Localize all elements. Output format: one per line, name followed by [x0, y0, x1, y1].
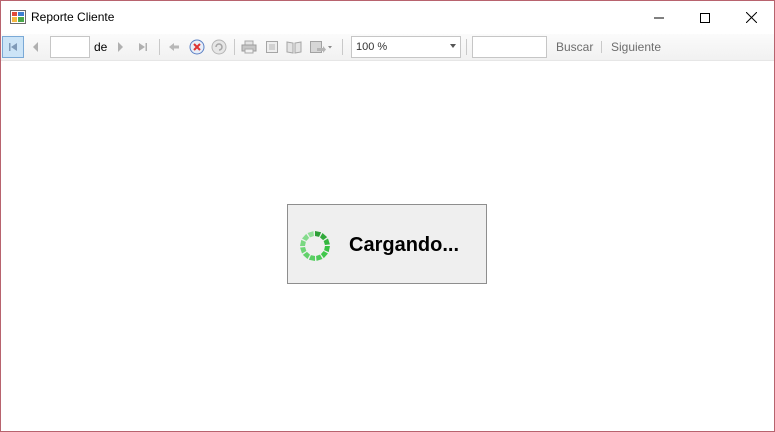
stop-icon	[189, 39, 205, 55]
maximize-icon	[700, 12, 710, 23]
previous-page-icon	[33, 42, 38, 52]
maximize-button[interactable]	[682, 1, 728, 34]
refresh-button[interactable]	[209, 36, 229, 58]
minimize-icon	[654, 17, 664, 18]
spinner-segment	[307, 231, 314, 238]
spinner-segment	[300, 247, 307, 254]
toolbar-separator	[234, 39, 235, 55]
refresh-icon	[211, 39, 227, 55]
first-page-button[interactable]	[2, 36, 24, 58]
spinner-segment	[324, 246, 330, 253]
spinner-segment	[320, 251, 328, 259]
back-icon	[169, 43, 179, 51]
app-icon	[10, 10, 26, 24]
last-page-button[interactable]	[133, 36, 153, 58]
spinner-segment	[302, 233, 310, 241]
current-page-input[interactable]	[50, 36, 90, 58]
page-setup-button[interactable]	[284, 36, 304, 58]
minimize-button[interactable]	[636, 1, 682, 34]
spinner-icon	[300, 231, 330, 261]
zoom-value: 100 %	[356, 41, 388, 53]
zoom-select[interactable]: 100 %	[351, 36, 461, 58]
back-button[interactable]	[164, 36, 184, 58]
page-of-label: de	[94, 40, 108, 54]
report-window: Reporte Cliente de 100 % Buscar Siguient…	[0, 0, 775, 432]
find-next-link[interactable]: Siguiente	[611, 40, 661, 54]
print-layout-button[interactable]	[262, 36, 282, 58]
export-button[interactable]	[307, 36, 335, 58]
loading-text: Cargando...	[349, 234, 460, 256]
spinner-segment	[323, 238, 330, 245]
spinner-segment	[308, 255, 315, 261]
loading-panel: Cargando...	[287, 204, 487, 284]
close-button[interactable]	[728, 1, 774, 34]
toolbar-separator	[342, 39, 343, 55]
window-title: Reporte Cliente	[31, 10, 115, 24]
find-link[interactable]: Buscar	[556, 40, 593, 54]
toolbar-separator	[159, 39, 160, 55]
close-icon	[745, 12, 757, 23]
print-button[interactable]	[239, 36, 259, 58]
spinner-segment	[302, 251, 310, 259]
next-page-icon	[118, 42, 123, 52]
stop-button[interactable]	[187, 36, 207, 58]
spinner-segment	[315, 231, 322, 237]
spinner-segment	[300, 239, 306, 246]
page-setup-icon	[286, 41, 302, 54]
spinner-segment	[320, 233, 328, 241]
search-input[interactable]	[472, 36, 547, 58]
chevron-down-icon	[450, 44, 456, 48]
last-page-icon	[139, 43, 147, 51]
link-separator	[601, 41, 602, 53]
report-toolbar: de 100 % Buscar Siguiente	[1, 34, 774, 61]
previous-page-button[interactable]	[25, 36, 45, 58]
spinner-segment	[316, 254, 323, 261]
next-page-button[interactable]	[111, 36, 131, 58]
export-icon	[310, 41, 332, 53]
first-page-icon	[9, 43, 17, 51]
print-icon	[241, 40, 257, 54]
toolbar-separator	[466, 39, 467, 55]
print-layout-icon	[266, 41, 278, 53]
title-bar: Reporte Cliente	[1, 1, 774, 34]
